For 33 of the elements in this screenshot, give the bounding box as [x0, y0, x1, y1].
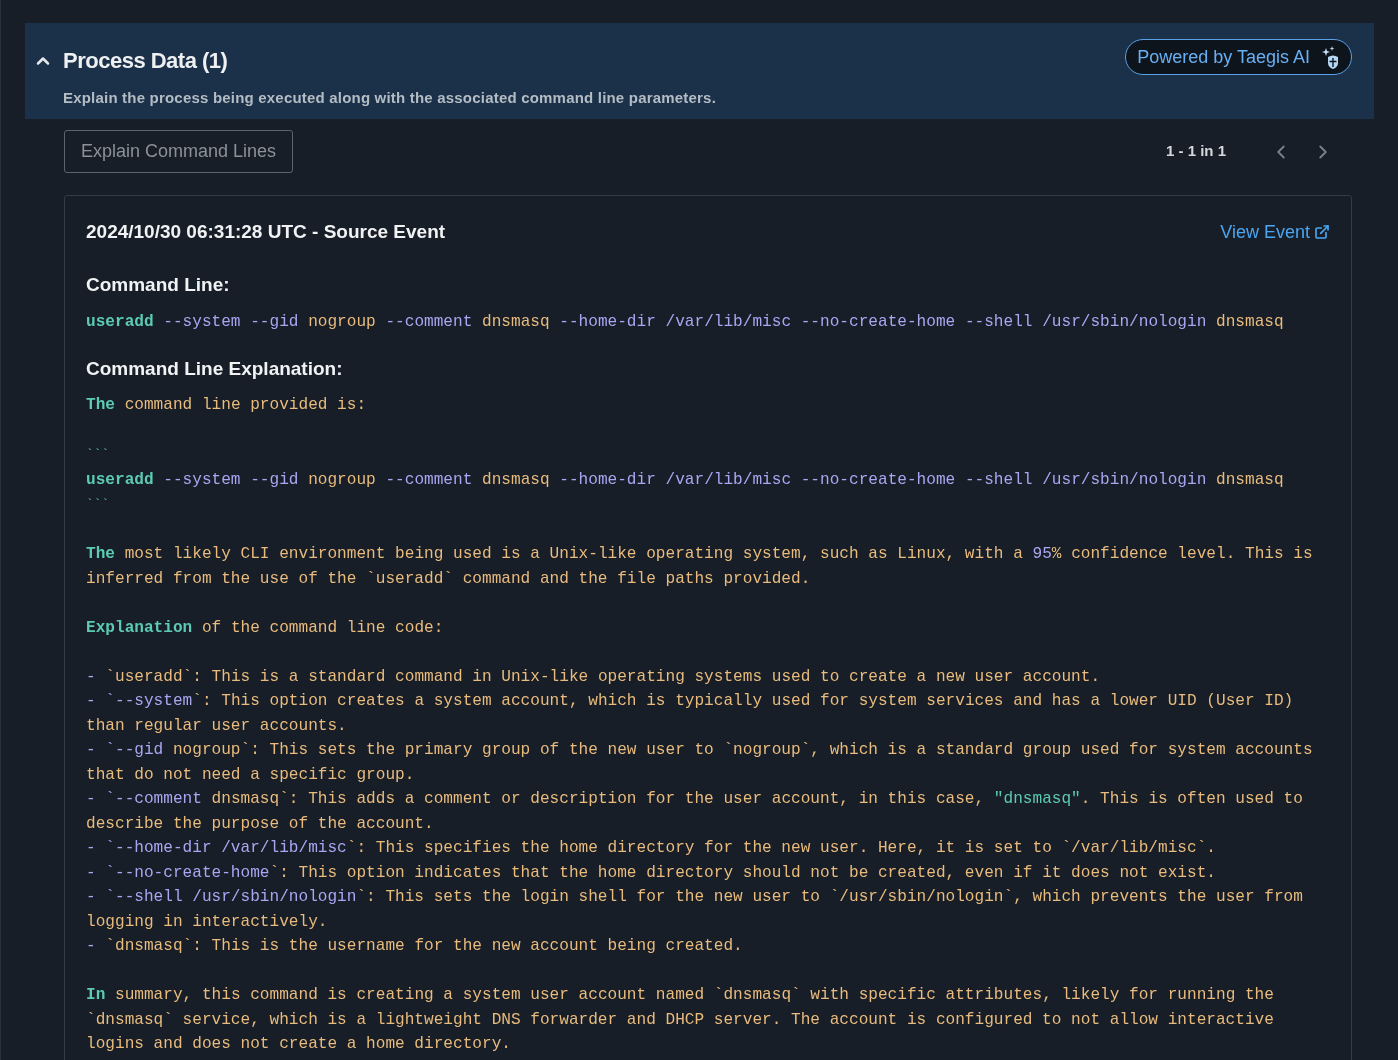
- explanation-line: - `--home-dir /var/lib/misc`: This specifies the home directory for the new user. Here, it is set to `/var/lib/misc`.: [86, 838, 1216, 859]
- command-line-heading: Command Line:: [86, 272, 230, 297]
- explanation-line: In summary, this command is creating a system user account named `dnsmasq` with specific attributes, likely for running the: [86, 985, 1274, 1006]
- section-subtitle: Explain the process being executed along with the associated command line parameters.: [63, 88, 717, 108]
- explanation-line: useradd --system --gid nogroup --comment dnsmasq --home-dir /var/lib/misc --no-create-home --shell /usr/sbin/nologin dnsmasq: [86, 469, 1284, 491]
- sparkle-shield-icon: [1322, 45, 1340, 69]
- explanation-line: Explanation of the command line code:: [86, 617, 444, 639]
- code-fence: ```: [86, 496, 110, 514]
- explanation-line: - `--no-create-home`: This option indicates that the home directory should not be created, even if it does not exist.: [86, 862, 1216, 884]
- event-title: 2024/10/30 06:31:28 UTC - Source Event: [86, 220, 446, 244]
- external-link-icon: [1314, 224, 1330, 241]
- explanation-line: - `--gid nogroup`: This sets the primary group of the new user to `nogroup`, which is a standard group used for system accounts: [86, 740, 1313, 761]
- explanation-line: inferred from the use of the `useradd` command and the file paths provided.: [86, 568, 811, 590]
- explanation-line: - `--system`: This option creates a system account, which is typically used for system services and has a lower UID (User ID): [86, 691, 1294, 712]
- explanation-line: The command line provided is:: [86, 395, 367, 416]
- explanation-line: `dnsmasq` service, which is a lightweight DNS forwarder and DHCP server. The account is configured to not allow interactive: [86, 1009, 1274, 1031]
- explanation-line: logging in interactively.: [86, 911, 328, 933]
- explanation-line: - `useradd`: This is a standard command in Unix-like operating systems used to create a new user account.: [86, 666, 1101, 688]
- explanation-line: than regular user accounts.: [86, 715, 347, 737]
- pagination-text: 1 - 1 in 1: [1165, 141, 1226, 162]
- explanation-line: The most likely CLI environment being used is a Unix-like operating system, such as Linux, with a 95% confidence level. This is: [86, 544, 1313, 565]
- section-title: Process Data (1): [63, 47, 228, 75]
- command-line-code: useradd --system --gid nogroup --comment dnsmasq --home-dir /var/lib/misc --no-create-home --shell /usr/sbin/nologin dnsmasq: [86, 312, 1284, 333]
- explanation-line: - `--shell /usr/sbin/nologin`: This sets the login shell for the new user to `/usr/sbin/nologin`, which prevents the user from: [86, 887, 1303, 908]
- ai-badge[interactable]: Powered by Taegis AI: [1125, 39, 1352, 75]
- view-event-link[interactable]: View Event: [1220, 218, 1330, 246]
- explanation-line: describe the purpose of the account.: [86, 813, 434, 835]
- explanation-line: that do not need a specific group.: [86, 764, 415, 786]
- explanation-heading: Command Line Explanation:: [86, 356, 343, 381]
- explanation-line: - `dnsmasq`: This is the username for the new account being created.: [86, 936, 743, 957]
- explanation-line: logins and does not create a home directory.: [86, 1034, 511, 1055]
- code-fence: ```: [86, 446, 110, 464]
- explanation-line: - `--comment dnsmasq`: This adds a comment or description for the user account, in this case, "dnsmasq". This is often used to: [86, 789, 1303, 810]
